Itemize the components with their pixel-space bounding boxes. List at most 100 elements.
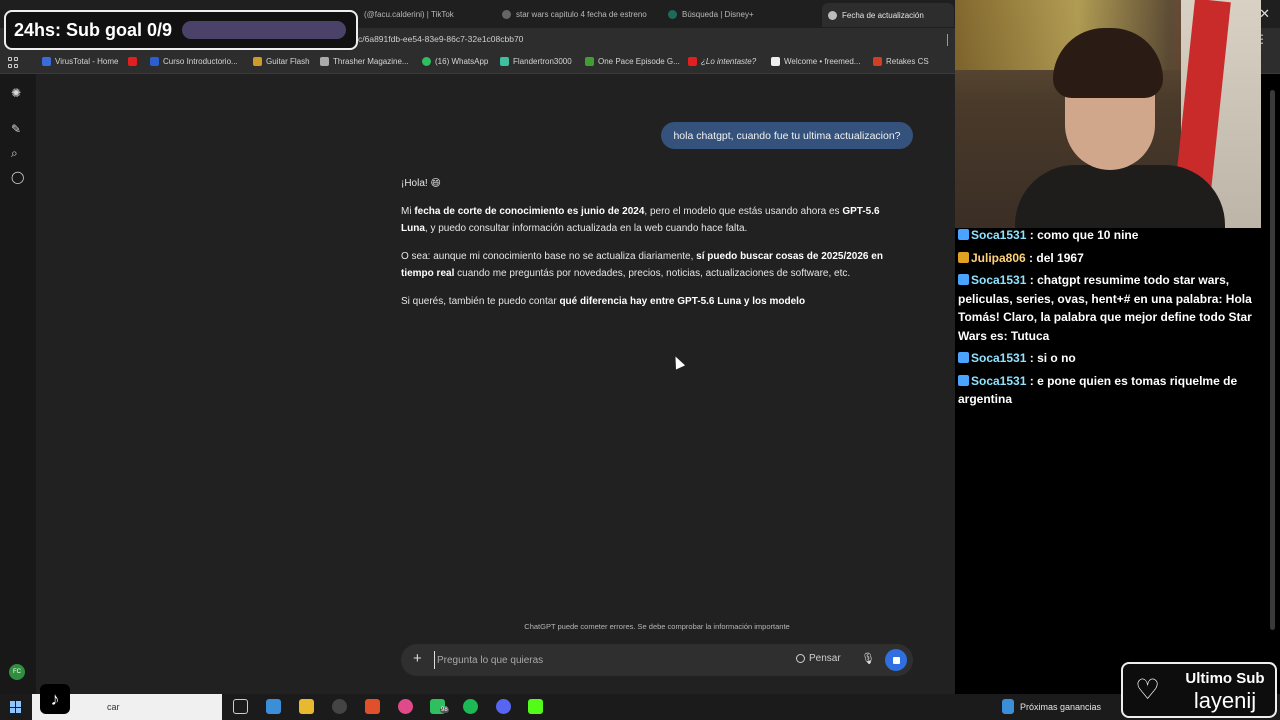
guitar-icon	[253, 57, 262, 66]
taskbar-search-text: car	[107, 702, 120, 712]
bookmark-freemed[interactable]: Welcome • freemed...	[771, 57, 860, 66]
chat-text: : si o no	[1029, 351, 1076, 365]
composer: + Pensar 🎙	[401, 644, 913, 676]
chatgpt-page: ✺ ✎ ⌕ ◯ FC hola chatgpt, cuando fue tu u…	[0, 74, 955, 694]
mouse-cursor-icon	[670, 354, 686, 370]
file-explorer-icon[interactable]	[299, 699, 314, 714]
bookmark-label: Guitar Flash	[266, 57, 310, 66]
tab-tiktok[interactable]: (@facu.calderini) | TikTok	[358, 4, 490, 24]
disney-icon	[668, 9, 677, 19]
lightbulb-icon	[796, 654, 805, 663]
tab-label: star wars capitulo 4 fecha de estreno	[516, 9, 647, 19]
app-icon[interactable]	[398, 699, 413, 714]
store-icon[interactable]	[266, 699, 281, 714]
reply-paragraph-2: O sea: aunque mi conocimiento base no se…	[401, 250, 883, 280]
new-chat-icon[interactable]: ✎	[11, 122, 21, 136]
bookmark-whatsapp[interactable]: (16) WhatsApp	[422, 57, 488, 66]
plus-icon[interactable]: +	[413, 650, 422, 667]
bookmark-label: (16) WhatsApp	[435, 57, 489, 66]
sub-badge-icon	[958, 274, 969, 285]
bookmark-label: Curso Introductorio...	[163, 57, 238, 66]
last-sub-label: Ultimo Sub	[1185, 670, 1265, 687]
tiktok-icon: ♪	[40, 684, 70, 714]
crown-badge-icon	[958, 251, 969, 263]
heart-icon: ♡	[1135, 674, 1161, 705]
chat-username: Soca1531	[971, 373, 1027, 388]
pensar-label: Pensar	[809, 653, 841, 664]
chat-message: Soca1531 : si o no	[956, 349, 1280, 368]
tab-label: Fecha de actualización	[842, 10, 924, 20]
reply-paragraph-3: Si querés, también te puedo contar qué d…	[401, 295, 806, 307]
avatar[interactable]: FC	[9, 664, 25, 680]
windows-start-icon[interactable]	[10, 701, 22, 713]
spotify-icon[interactable]	[463, 699, 478, 714]
tab-fecha-actualizacion[interactable]: Fecha de actualización	[822, 3, 954, 27]
sub-goal-progress-bar	[182, 21, 347, 39]
bookmark-one-pace[interactable]: One Pace Episode G...	[585, 57, 680, 66]
google-icon	[502, 9, 511, 19]
search-icon[interactable]: ⌕	[11, 146, 18, 161]
chat-username: Soca1531	[971, 273, 1027, 287]
bookmark-label: Welcome • freemed...	[784, 57, 861, 66]
virustotal-icon	[42, 57, 51, 66]
bookmark-flandertron[interactable]: Flandertron3000	[500, 57, 572, 66]
bookmark-label: One Pace Episode G...	[598, 57, 680, 66]
bookmark-label: Flandertron3000	[513, 57, 572, 66]
apps-grid-icon[interactable]	[8, 57, 19, 68]
retakes-icon	[873, 57, 882, 66]
sidebar: ✺ ✎ ⌕ ◯ FC	[0, 74, 36, 694]
stop-icon	[892, 656, 900, 664]
course-icon	[150, 57, 159, 66]
chat-message: Soca1531 : como que 10 nine	[956, 226, 1280, 245]
openai-logo-icon[interactable]: ✺	[11, 86, 21, 100]
chat-text: : del 1967	[1029, 250, 1084, 265]
bookmark-label: VirusTotal - Home	[55, 57, 119, 66]
bookmark-guitar-flash[interactable]: Guitar Flash	[253, 57, 310, 66]
play-icon	[771, 57, 780, 66]
chat-username: Soca1531	[971, 228, 1027, 242]
tab-label: Búsqueda | Disney+	[682, 9, 754, 19]
bookmark-retakes[interactable]: Retakes CS	[873, 57, 929, 66]
tab-star-wars-search[interactable]: star wars capitulo 4 fecha de estreno	[496, 4, 652, 24]
url-text[interactable]: c/6a891fdb-ee54-83e9-86c7-32e1c08cbb70	[358, 34, 523, 44]
webcam-person-body	[1015, 165, 1225, 228]
chats-icon[interactable]: ◯	[11, 170, 24, 184]
tab-label: (@facu.calderini) | TikTok	[364, 9, 454, 19]
last-sub-name: layenij	[1193, 688, 1257, 713]
widget-icon[interactable]	[1002, 699, 1014, 714]
webcam-feed	[955, 0, 1261, 228]
bookmark-label: Retakes CS	[886, 57, 929, 66]
microphone-icon[interactable]: 🎙	[861, 652, 875, 665]
taskbar-widget-text[interactable]: Próximas ganancias	[1020, 702, 1101, 712]
notification-badge: 98	[440, 707, 449, 713]
chat-username: Soca1531	[971, 351, 1027, 365]
stream-chat: Soca1531 : como que 10 nine Julipa806 : …	[956, 226, 1280, 413]
chat-message: Soca1531 : e pone quien es tomas riquelm…	[956, 372, 1280, 409]
one-pace-icon	[585, 57, 594, 66]
sub-badge-icon	[958, 229, 969, 240]
user-message-bubble: hola chatgpt, cuando fue tu ultima actua…	[661, 122, 913, 149]
youtube-icon	[128, 57, 137, 66]
reply-greeting: ¡Hola! 😄	[401, 178, 441, 189]
bookmark-lo-intentaste[interactable]: ¿Lo intentaste?	[688, 57, 756, 66]
obs-icon[interactable]	[332, 699, 347, 714]
sub-goal-overlay: 24hs: Sub goal 0/9	[4, 10, 358, 50]
url-divider	[947, 34, 948, 46]
taskbar: car 98 Próximas ganancias	[0, 694, 1280, 720]
kick-icon[interactable]	[528, 699, 543, 714]
prompt-input[interactable]	[434, 651, 774, 669]
pensar-button[interactable]: Pensar	[796, 653, 841, 664]
bookmark-virustotal[interactable]: VirusTotal - Home	[42, 57, 118, 66]
bookmark-curso[interactable]: Curso Introductorio...	[150, 57, 238, 66]
bookmark-label: ¿Lo intentaste?	[701, 57, 757, 66]
discord-icon[interactable]	[496, 699, 511, 714]
disclaimer-text: ChatGPT puede cometer errores. Se debe c…	[524, 622, 790, 631]
chat-message: Soca1531 : chatgpt resumime todo star wa…	[956, 271, 1280, 345]
task-view-icon[interactable]	[233, 699, 248, 714]
tab-disney[interactable]: Búsqueda | Disney+	[662, 4, 812, 24]
brave-icon[interactable]	[365, 699, 380, 714]
bookmark-youtube[interactable]	[128, 57, 137, 66]
stop-button[interactable]	[885, 649, 907, 671]
bookmark-thrasher[interactable]: Thrasher Magazine...	[320, 57, 409, 66]
chat-username: Julipa806	[971, 250, 1026, 265]
